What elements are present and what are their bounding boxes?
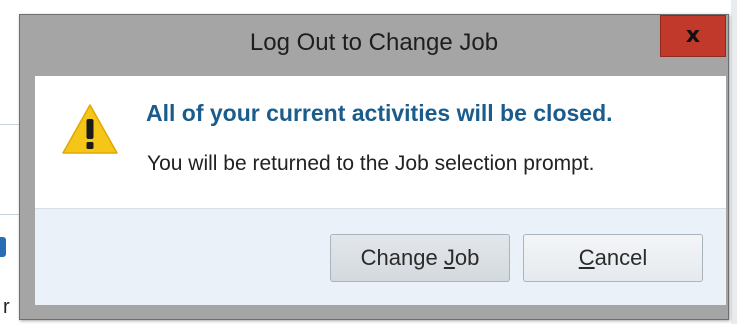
cancel-button[interactable]: Cancel [523, 234, 703, 282]
change-job-label-start: Change [360, 245, 444, 270]
change-job-label-end: ob [454, 245, 480, 270]
cancel-label-end: ancel [594, 245, 648, 270]
dialog-content: All of your current activities will be c… [35, 76, 726, 208]
message-heading: All of your current activities will be c… [146, 100, 613, 126]
message-body: You will be returned to the Job selectio… [147, 152, 595, 175]
close-icon: x [685, 23, 701, 48]
close-button[interactable]: x [660, 15, 726, 57]
dialog-title: Log Out to Change Job [249, 29, 499, 56]
change-job-button[interactable]: Change Job [330, 234, 510, 282]
cancel-mnemonic: C [578, 245, 595, 270]
dialog-footer: Change Job Cancel [35, 208, 726, 305]
background-link-fragment [0, 237, 6, 257]
logout-change-job-dialog: Log Out to Change Job x All of your curr… [19, 14, 729, 320]
dialog-title-bar[interactable]: Log Out to Change Job x [20, 15, 728, 75]
background-text-fragment: r [3, 296, 10, 318]
change-job-mnemonic: J [443, 245, 455, 270]
background-app-edge-right [731, 0, 737, 324]
warning-triangle-icon [62, 104, 118, 154]
